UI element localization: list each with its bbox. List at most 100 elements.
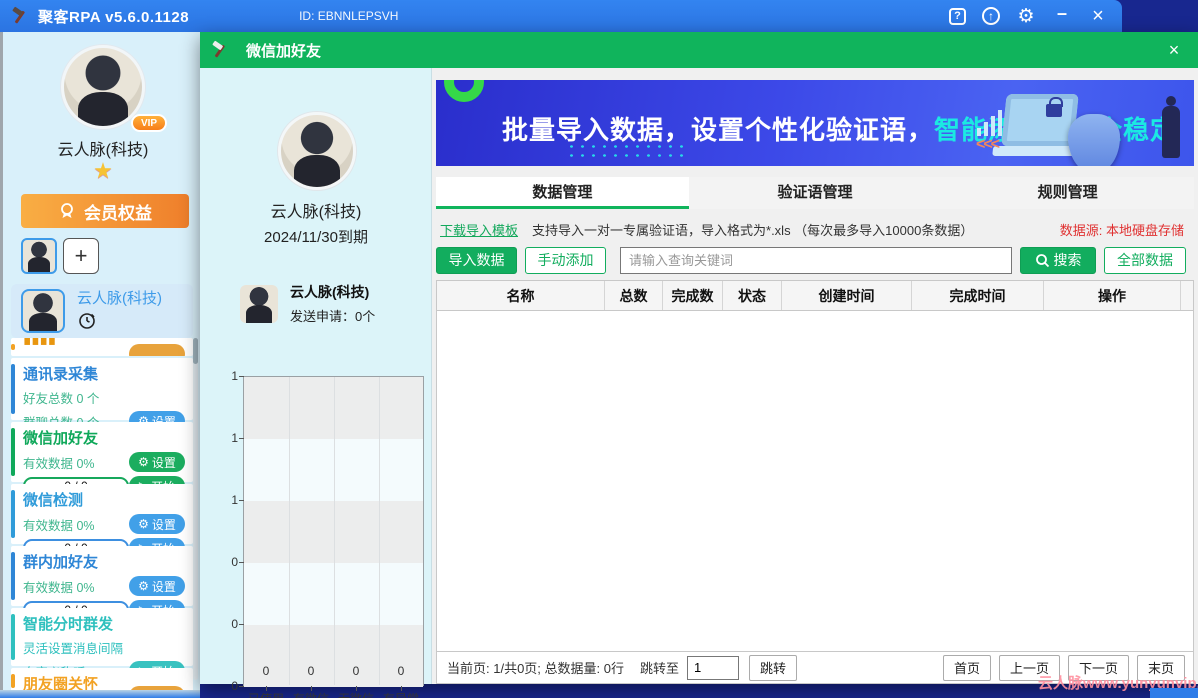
column-header-spacer <box>1181 281 1193 310</box>
module-smart-group-send[interactable]: 智能分时群发 灵活设置消息间隔 自定义称呼 ▷ 开始 <box>11 608 193 681</box>
dialog-profile-name: 云人脉(科技) <box>270 204 362 221</box>
first-page-button[interactable]: 首页 <box>942 654 991 681</box>
module-wechat-check[interactable]: 微信检测 有效数据 0% ⚙ 设置 0 / 0 ▷ 开始 <box>11 484 193 558</box>
settings-button[interactable]: ⚙ 设置 <box>129 576 185 596</box>
search-button[interactable]: 搜索 <box>1020 246 1096 274</box>
module-line: 有效数据 0% <box>23 518 95 533</box>
module-title: 群内加好友 <box>23 554 99 571</box>
column-header[interactable]: 总数 <box>605 281 663 310</box>
module-wechat-add-friend[interactable]: 微信加好友 有效数据 0% ⚙ 设置 0 / 0 ▷ 开始 <box>11 422 193 496</box>
column-header[interactable]: 操作 <box>1044 281 1181 310</box>
bar-value: 0 <box>307 664 315 678</box>
y-tick: 1 <box>231 369 238 383</box>
tab-data-management[interactable]: 数据管理 <box>436 177 689 209</box>
bar-value: 0 <box>397 664 405 678</box>
module-list: ▮▮▮▮ 通讯录采集 好友总数 0 个 群聊总数 0 个 ⚙ 设置 微信加好友 … <box>11 338 193 694</box>
titlebar: 聚客RPA v5.6.0.1128 ID: EBNNLEPSVH ? ↑ ⚙ –… <box>0 0 1122 32</box>
member-benefits-label: 会员权益 <box>84 203 152 223</box>
dialog-header[interactable]: 微信加好友 × <box>200 32 1198 68</box>
minimize-icon[interactable]: – <box>1052 3 1072 26</box>
promo-banner: 批量导入数据，设置个性化验证语，智能添加，安全稳定 <<< <box>436 80 1194 166</box>
dialog-account-row: 云人脉(科技) 发送申请：0个 <box>240 282 375 325</box>
jump-label: 跳转至 <box>639 661 679 676</box>
search-input[interactable] <box>620 246 1012 274</box>
x-category: 无微信 <box>333 690 379 698</box>
jump-page-input[interactable] <box>687 655 739 680</box>
close-icon[interactable]: × <box>1088 5 1108 27</box>
module-line: 有效数据 0% <box>23 580 95 595</box>
info-row: 下载导入模板 支持导入一对一专属验证语，导入格式为*.xls （每次最多导入10… <box>440 218 1194 240</box>
data-table: 名称 总数 完成数 状态 创建时间 完成时间 操作 <box>436 280 1194 652</box>
dialog-left-panel: 云人脉(科技) 2024/11/30到期 云人脉(科技) 发送申请：0个 1 1… <box>200 68 432 698</box>
account-avatar <box>21 289 65 333</box>
dialog-account-avatar <box>240 284 278 323</box>
y-tick: 1 <box>231 493 238 507</box>
import-data-button[interactable]: 导入数据 <box>436 246 517 274</box>
module-group-add-friend[interactable]: 群内加好友 有效数据 0% ⚙ 设置 0 / 0 ▷ 开始 <box>11 546 193 620</box>
dialog-main-panel: 批量导入数据，设置个性化验证语，智能添加，安全稳定 <<< 数据管理 验证语管理… <box>432 68 1198 684</box>
column-header[interactable]: 创建时间 <box>782 281 912 310</box>
dialog-close-icon[interactable]: × <box>1160 32 1188 68</box>
manual-add-button[interactable]: 手动添加 <box>525 246 606 274</box>
app-logo-hammer-icon <box>12 6 25 24</box>
account-name: 云人脉(科技) <box>77 290 162 307</box>
corner-decoration <box>1150 688 1198 698</box>
column-header[interactable]: 名称 <box>437 281 605 310</box>
chart-plot-area <box>243 376 424 687</box>
settings-button[interactable]: ⚙ 设置 <box>129 452 185 472</box>
column-header[interactable]: 完成时间 <box>912 281 1044 310</box>
column-header[interactable]: 状态 <box>723 281 782 310</box>
x-category: 有微信 <box>288 690 334 698</box>
dialog-avatar <box>278 112 356 190</box>
tab-rule-management[interactable]: 规则管理 <box>941 177 1195 209</box>
update-icon[interactable]: ↑ <box>982 7 1000 25</box>
settings-button[interactable]: ⚙ 设置 <box>129 514 185 534</box>
module-title: 微信加好友 <box>23 430 99 447</box>
y-tick: 0 <box>231 679 238 693</box>
y-tick: 0 <box>231 617 238 631</box>
module-title: 智能分时群发 <box>23 616 114 633</box>
gear-icon[interactable]: ⚙ <box>1016 6 1036 27</box>
dialog-hammer-icon <box>212 40 225 58</box>
module-line: 灵活设置消息间隔 <box>23 642 124 656</box>
medal-icon <box>61 203 73 218</box>
module-line: 有效数据 0% <box>23 456 95 471</box>
vip-badge: VIP <box>131 114 167 132</box>
x-category: 已使用 <box>243 690 289 698</box>
app-title: 聚客RPA v5.6.0.1128 <box>38 8 190 26</box>
column-header[interactable]: 完成数 <box>663 281 723 310</box>
bar-value: 0 <box>262 664 270 678</box>
profile-name: 云人脉(科技) <box>57 142 149 159</box>
screen: 聚客RPA v5.6.0.1128 ID: EBNNLEPSVH ? ↑ ⚙ –… <box>0 0 1198 698</box>
jump-button[interactable]: 跳转 <box>749 654 798 681</box>
module-title: 微信检测 <box>23 492 84 509</box>
person-illustration <box>1162 96 1180 158</box>
wechat-add-friend-dialog: 微信加好友 × 云人脉(科技) 2024/11/30到期 云人脉(科技) 发送申… <box>200 32 1198 698</box>
add-account-button[interactable]: + <box>63 238 99 274</box>
y-tick: 1 <box>231 431 238 445</box>
tab-strip: 数据管理 验证语管理 规则管理 <box>436 177 1195 209</box>
clipped-module[interactable]: ▮▮▮▮ <box>11 338 193 356</box>
import-description: 支持导入一对一专属验证语，导入格式为*.xls （每次最多导入10000条数据） <box>532 222 974 238</box>
toolbar: 导入数据 手动添加 搜索 全部数据 <box>436 246 1194 274</box>
banner-ring-decoration <box>444 80 484 102</box>
expiry-date: 2024/11/30到期 <box>264 229 368 246</box>
titlebar-buttons: ? ↑ ⚙ – × <box>949 0 1108 32</box>
current-account-card[interactable]: 云人脉(科技) <box>11 284 193 338</box>
member-benefits-button[interactable]: 会员权益 <box>21 194 189 228</box>
all-data-button[interactable]: 全部数据 <box>1104 246 1186 274</box>
banner-bars-decoration <box>977 110 1002 136</box>
stats-bar-chart: 1 1 1 0 0 0 0 0 0 0 已使用 有微信 无微信 有异常 <box>210 368 426 698</box>
dialog-title: 微信加好友 <box>246 42 322 60</box>
help-icon[interactable]: ? <box>949 7 966 25</box>
requests-sent: 发送申请：0个 <box>290 309 376 324</box>
account-thumb[interactable] <box>21 238 57 274</box>
banner-dots-decoration <box>566 142 686 162</box>
download-template-link[interactable]: 下载导入模板 <box>440 220 518 239</box>
sidebar-scrollbar[interactable] <box>193 338 198 680</box>
x-category: 有异常 <box>378 690 424 698</box>
module-contact-collect[interactable]: 通讯录采集 好友总数 0 个 群聊总数 0 个 ⚙ 设置 <box>11 358 193 431</box>
y-tick: 0 <box>231 555 238 569</box>
dialog-account-name: 云人脉(科技) <box>290 284 370 300</box>
tab-verification-management[interactable]: 验证语管理 <box>688 177 942 209</box>
